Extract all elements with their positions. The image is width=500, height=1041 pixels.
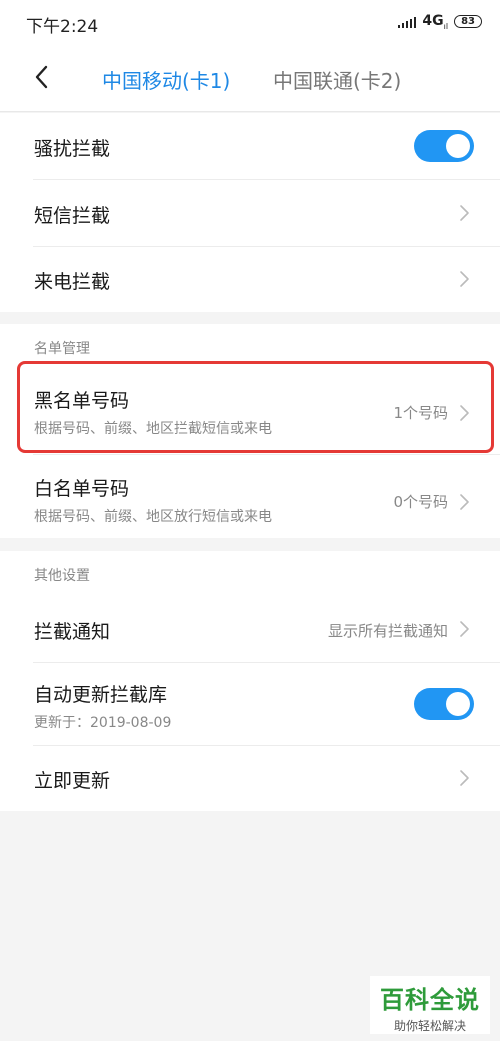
- status-icons: 4Gıl 83: [398, 13, 482, 31]
- battery-icon: 83: [454, 15, 482, 29]
- tab-sim2[interactable]: 中国联通(卡2): [273, 65, 401, 94]
- harass-interception-label: 骚扰拦截: [34, 138, 111, 160]
- intercept-notification-row[interactable]: 拦截通知 显示所有拦截通知: [0, 595, 500, 662]
- header: 中国移动(卡1) 中国联通(卡2): [0, 44, 500, 112]
- auto-update-row[interactable]: 自动更新拦截库 更新于：2019-08-09: [0, 662, 500, 745]
- interception-section: 骚扰拦截 短信拦截 来电拦截: [0, 113, 500, 312]
- other-settings-header: 其他设置: [34, 568, 90, 584]
- call-interception-row[interactable]: 来电拦截: [0, 246, 500, 312]
- watermark-main: 百科全说: [380, 986, 480, 1014]
- whitelist-row[interactable]: 白名单号码 根据号码、前缀、地区放行短信或来电 0个号码: [0, 454, 500, 538]
- update-now-row[interactable]: 立即更新: [0, 745, 500, 811]
- intercept-notification-value: 显示所有拦截通知: [327, 622, 448, 640]
- chevron-right-icon: [454, 768, 474, 788]
- update-now-title: 立即更新: [34, 770, 111, 792]
- auto-update-subtitle: 更新于：2019-08-09: [34, 715, 172, 731]
- whitelist-subtitle: 根据号码、前缀、地区放行短信或来电: [34, 509, 272, 525]
- auto-update-toggle[interactable]: [414, 688, 474, 720]
- sms-interception-label: 短信拦截: [34, 205, 111, 227]
- chevron-right-icon: [454, 203, 474, 223]
- list-management-section: 名单管理 黑名单号码 根据号码、前缀、地区拦截短信或来电 1个号码 白名单号码 …: [0, 324, 500, 538]
- chevron-right-icon: [454, 492, 474, 512]
- blacklist-subtitle: 根据号码、前缀、地区拦截短信或来电: [34, 421, 272, 437]
- signal-icon: [398, 16, 417, 28]
- blacklist-title: 黑名单号码: [34, 390, 130, 412]
- list-management-header: 名单管理: [34, 341, 90, 357]
- chevron-right-icon: [454, 403, 474, 423]
- tab-sim1[interactable]: 中国移动(卡1): [102, 65, 230, 94]
- chevron-right-icon: [454, 619, 474, 639]
- auto-update-title: 自动更新拦截库: [34, 684, 168, 706]
- blacklist-row[interactable]: 黑名单号码 根据号码、前缀、地区拦截短信或来电 1个号码: [0, 368, 500, 454]
- chevron-right-icon: [454, 269, 474, 289]
- intercept-notification-title: 拦截通知: [34, 621, 111, 643]
- back-arrow-icon[interactable]: [28, 62, 58, 92]
- harass-interception-row[interactable]: 骚扰拦截: [0, 113, 500, 179]
- blacklist-count: 1个号码: [393, 404, 448, 422]
- sms-interception-row[interactable]: 短信拦截: [0, 179, 500, 246]
- watermark-sub: 助你轻松解决: [393, 1019, 466, 1033]
- call-interception-label: 来电拦截: [34, 271, 111, 293]
- whitelist-count: 0个号码: [393, 493, 448, 511]
- status-time: 下午2:24: [26, 17, 99, 37]
- other-settings-section: 其他设置 拦截通知 显示所有拦截通知 自动更新拦截库 更新于：2019-08-0…: [0, 551, 500, 811]
- watermark-logo: 百科全说 助你轻松解决: [370, 976, 490, 1034]
- network-indicator: 4Gıl: [422, 13, 449, 31]
- harass-interception-toggle[interactable]: [414, 130, 474, 162]
- status-bar: 下午2:24 4Gıl 83: [0, 0, 500, 44]
- whitelist-title: 白名单号码: [34, 478, 130, 500]
